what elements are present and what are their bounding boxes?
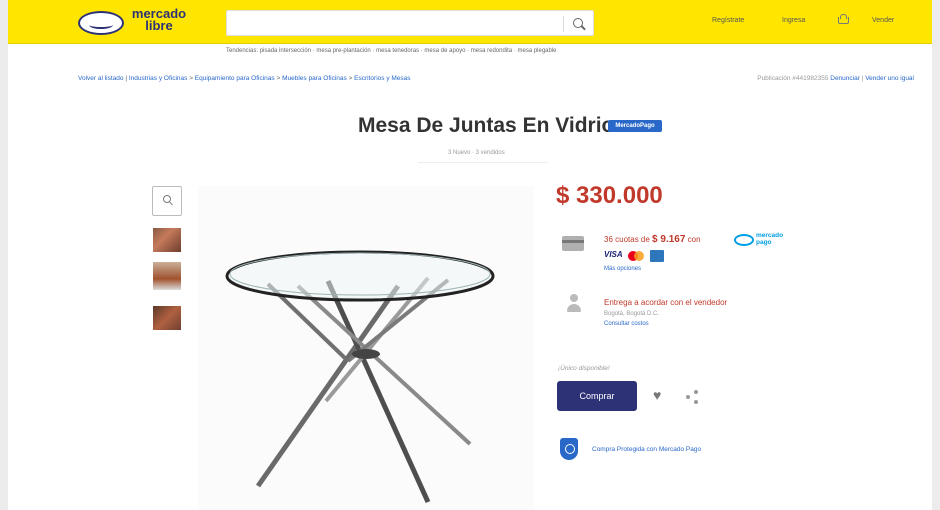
seller-icon (566, 294, 582, 314)
product-image[interactable] (198, 186, 534, 510)
visa-icon: VISA (604, 250, 623, 259)
mastercard-icon (628, 251, 644, 261)
credit-card-icon (562, 236, 584, 251)
installments-suffix: con (687, 235, 701, 244)
shipping-title: Entrega a acordar con el vendedor (604, 298, 728, 307)
divider (418, 162, 548, 163)
purchase-protection-link[interactable]: Compra Protegida con Mercado Pago (592, 446, 701, 453)
shipping-location: Bogotá, Bogotá D.C. (604, 311, 660, 317)
heart-icon[interactable]: ♥ (653, 388, 667, 402)
publication-info: Publicación #441982355 Denunciar | Vende… (757, 75, 914, 82)
product-title: Mesa De Juntas En Vidrio (358, 114, 615, 137)
register-link[interactable]: Regístrate (712, 17, 744, 24)
breadcrumb-item[interactable]: Muebles para Oficinas (282, 75, 347, 82)
more-payment-link[interactable]: Más opciones (604, 266, 641, 272)
logo-text: mercado libre (131, 6, 187, 33)
installment-value: $ 9.167 (652, 234, 686, 245)
installments-prefix: 36 cuotas de (604, 235, 650, 244)
login-link[interactable]: Ingresa (782, 17, 805, 24)
publication-number: Publicación #441982355 (757, 75, 829, 82)
breadcrumb-item[interactable]: Equipamiento para Oficinas (195, 75, 275, 82)
mercadopago-text: mercado pago (756, 232, 784, 246)
search-divider (563, 16, 564, 32)
stock-status: ¡Único disponible! (558, 365, 610, 372)
breadcrumb-item[interactable]: Industrias y Oficinas (129, 75, 188, 82)
search-input[interactable] (235, 15, 555, 32)
search-suggestions[interactable]: Tendencias: pisada intersección · mesa p… (226, 48, 557, 54)
mercadopago-handshake-icon (734, 234, 754, 246)
thumbnail-image[interactable] (153, 306, 181, 330)
zoom-icon[interactable] (152, 186, 182, 216)
thumbnail-image[interactable] (153, 262, 181, 290)
thumbnail-image[interactable] (153, 228, 181, 252)
cart-icon[interactable] (836, 13, 850, 27)
installments-text: 36 cuotas de $ 9.167 con (604, 234, 701, 245)
glass-table-illustration (225, 250, 495, 504)
denounce-link[interactable]: Denunciar (830, 75, 860, 82)
shield-icon (560, 438, 578, 460)
share-icon[interactable] (686, 390, 700, 404)
search-icon[interactable] (569, 15, 589, 33)
search-box (226, 10, 594, 36)
back-to-list-link[interactable]: Volver al listado (78, 75, 124, 82)
sell-link[interactable]: Vender (872, 17, 894, 24)
sell-similar-link[interactable]: Vender uno igual (865, 75, 914, 82)
buy-button[interactable]: Comprar (557, 381, 637, 411)
mercadopago-badge: MercadoPago (608, 120, 662, 132)
mercadolibre-logo[interactable]: mercado libre (78, 7, 196, 37)
shipping-costs-link[interactable]: Consultar costos (604, 321, 649, 327)
page-frame: mercado libre Regístrate Ingresa Vender … (8, 0, 932, 510)
amex-icon (650, 250, 664, 262)
top-header: mercado libre Regístrate Ingresa Vender (8, 0, 932, 44)
handshake-icon (78, 11, 124, 35)
sold-info: 3 Nuevo · 3 vendidos (448, 150, 505, 156)
mercadopago-logo: mercado pago (734, 232, 794, 248)
breadcrumb-item[interactable]: Escritorios y Mesas (354, 75, 410, 82)
breadcrumb: Volver al listado | Industrias y Oficina… (78, 75, 411, 82)
price: $ 330.000 (556, 182, 663, 209)
